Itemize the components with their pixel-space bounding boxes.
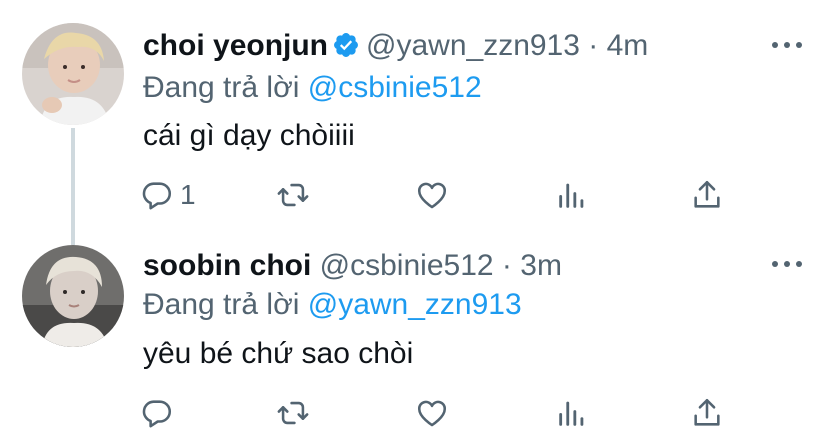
handle[interactable]: @csbinie512 bbox=[320, 249, 494, 282]
reply-prefix: Đang trả lời bbox=[143, 288, 300, 321]
retweet-icon bbox=[277, 401, 309, 425]
stats-button[interactable] bbox=[555, 393, 589, 433]
retweet-button[interactable] bbox=[276, 393, 310, 433]
separator: · bbox=[588, 29, 599, 62]
tweet-actions bbox=[0, 393, 828, 433]
display-name[interactable]: choi yeonjun bbox=[143, 29, 328, 62]
avatar[interactable] bbox=[22, 245, 124, 347]
share-button[interactable] bbox=[690, 393, 724, 433]
share-icon bbox=[694, 180, 720, 208]
separator: · bbox=[501, 249, 512, 282]
stats-icon bbox=[559, 183, 584, 208]
more-icon[interactable] bbox=[770, 38, 804, 52]
like-button[interactable] bbox=[415, 393, 449, 433]
stats-icon bbox=[559, 401, 584, 426]
timestamp[interactable]: 3m bbox=[520, 249, 562, 282]
reply-count: 1 bbox=[180, 179, 196, 210]
reply-mention[interactable]: @yawn_zzn913 bbox=[308, 288, 522, 321]
like-icon bbox=[417, 400, 447, 427]
retweet-icon bbox=[277, 183, 309, 207]
tweet-text: cái gì dạy chòiiii bbox=[143, 119, 355, 152]
share-button[interactable] bbox=[690, 175, 724, 215]
like-button[interactable] bbox=[415, 175, 449, 215]
handle[interactable]: @yawn_zzn913 bbox=[366, 29, 580, 62]
reply-prefix: Đang trả lời bbox=[143, 71, 300, 104]
reply-mention[interactable]: @csbinie512 bbox=[308, 71, 482, 104]
more-icon[interactable] bbox=[770, 257, 804, 271]
reply-icon bbox=[142, 182, 172, 210]
stats-button[interactable] bbox=[555, 175, 589, 215]
display-name[interactable]: soobin choi bbox=[143, 249, 311, 282]
timestamp[interactable]: 4m bbox=[607, 29, 649, 62]
replying-to: Đang trả lời @csbinie512 bbox=[143, 70, 482, 106]
tweet[interactable]: choi yeonjun @yawn_zzn913 · 4m Đang trả l… bbox=[0, 0, 828, 245]
tweet-actions: 1 bbox=[0, 175, 828, 215]
tweet-header: soobin choi @csbinie512 · 3m bbox=[143, 248, 562, 284]
avatar[interactable] bbox=[22, 23, 124, 125]
tweet-header: choi yeonjun @yawn_zzn913 · 4m bbox=[143, 28, 648, 64]
reply-button[interactable]: 1 bbox=[140, 175, 196, 215]
like-icon bbox=[417, 182, 447, 209]
tweet[interactable]: soobin choi @csbinie512 · 3m Đang trả lờ… bbox=[0, 240, 828, 445]
retweet-button[interactable] bbox=[276, 175, 310, 215]
reply-button[interactable] bbox=[140, 393, 180, 433]
replying-to: Đang trả lời @yawn_zzn913 bbox=[143, 287, 522, 323]
verified-icon bbox=[334, 33, 358, 57]
tweet-text: yêu bé chứ sao chòi bbox=[143, 337, 414, 370]
share-icon bbox=[694, 398, 720, 426]
reply-icon bbox=[142, 400, 172, 428]
